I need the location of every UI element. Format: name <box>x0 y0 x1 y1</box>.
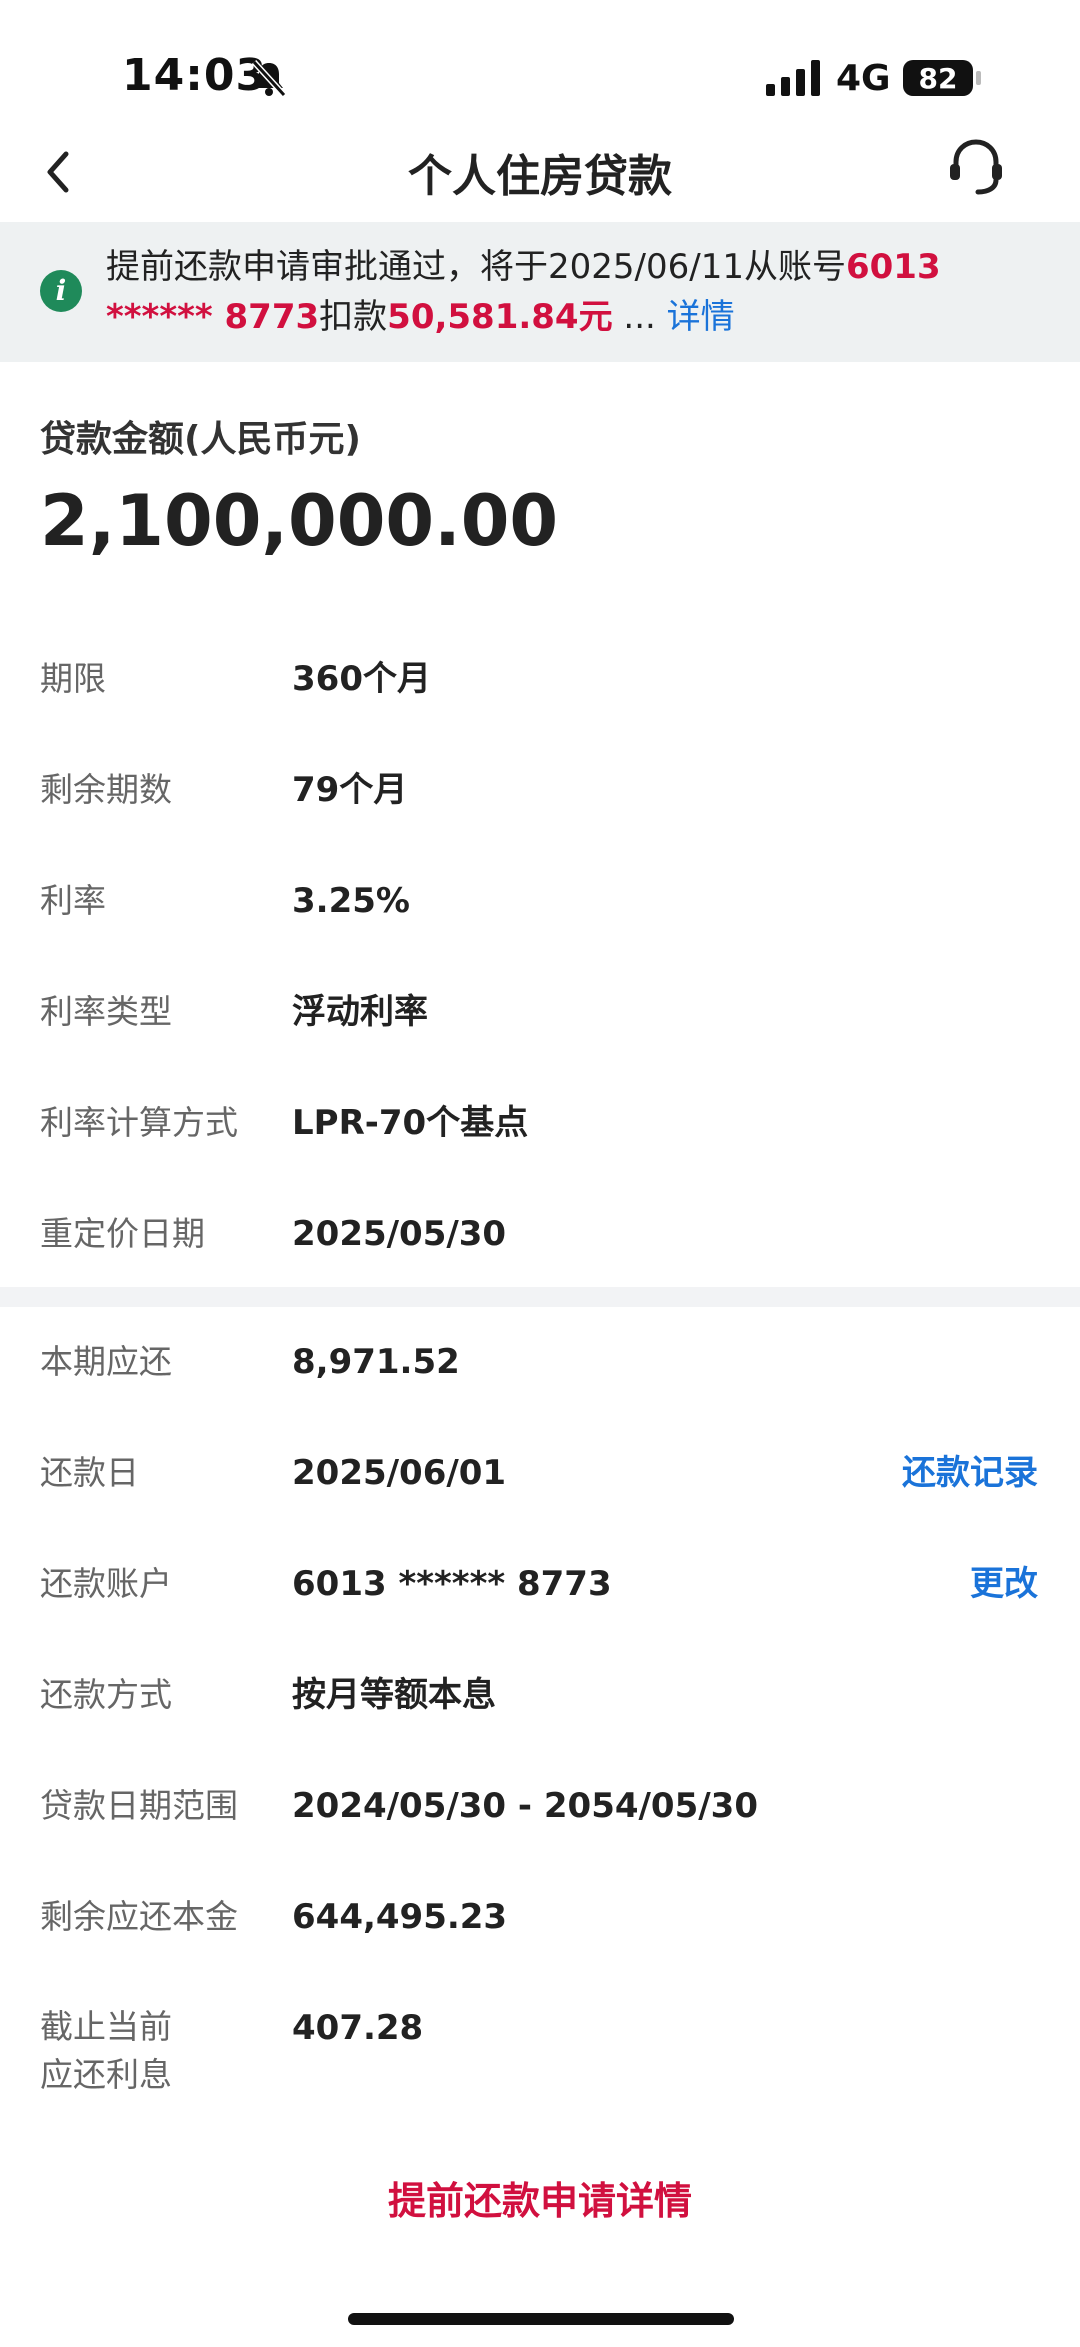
bell-muted-icon <box>251 59 287 98</box>
repay-row-account: 还款账户 6013 ****** 8773 更改 <box>0 1559 1080 1639</box>
detail-value: 360个月 <box>292 659 431 699</box>
repay-row-method: 还款方式 按月等额本息 <box>0 1670 1080 1750</box>
repay-row-remaining-principal: 剩余应还本金 644,495.23 <box>0 1892 1080 1972</box>
detail-label: 利率类型 <box>40 992 172 1031</box>
battery-level: 82 <box>918 62 958 95</box>
repay-value: 2025/06/01 <box>292 1453 507 1493</box>
detail-label: 利率计算方式 <box>40 1103 238 1142</box>
repay-label: 本期应还 <box>40 1342 172 1381</box>
network-type: 4G <box>836 58 891 99</box>
repay-label: 截止当前 应还利息 <box>40 2003 172 2099</box>
repay-value: 2024/05/30 - 2054/05/30 <box>292 1786 758 1826</box>
detail-value: 79个月 <box>292 770 408 810</box>
detail-row-term: 期限 360个月 <box>0 654 1080 734</box>
repayment-records-link[interactable]: 还款记录 <box>902 1448 1038 1498</box>
battery-icon: 82 <box>903 58 983 98</box>
notice-mid: 扣款 <box>319 297 388 337</box>
nav-bar: 个人住房贷款 <box>0 130 1080 222</box>
customer-service-icon[interactable] <box>944 134 1008 198</box>
repay-row-current-due: 本期应还 8,971.52 <box>0 1337 1080 1417</box>
status-time: 14:03 <box>122 50 268 101</box>
info-icon: i <box>40 270 82 312</box>
detail-value: 2025/05/30 <box>292 1214 507 1254</box>
detail-value: 3.25% <box>292 881 410 921</box>
notice-ellipsis: ... <box>612 297 667 337</box>
detail-label: 期限 <box>40 659 106 698</box>
repay-label: 贷款日期范围 <box>40 1786 238 1825</box>
repay-row-repayment-date: 还款日 2025/06/01 还款记录 <box>0 1448 1080 1528</box>
notice-amount: 50,581.84元 <box>387 297 613 337</box>
repay-row-date-range: 贷款日期范围 2024/05/30 - 2054/05/30 <box>0 1781 1080 1861</box>
repay-value: 6013 ****** 8773 <box>292 1564 612 1604</box>
signal-icon <box>766 60 820 96</box>
change-account-link[interactable]: 更改 <box>970 1559 1038 1609</box>
loan-amount-label: 贷款金额(人民币元) <box>40 419 361 460</box>
detail-value: 浮动利率 <box>292 992 428 1032</box>
repay-row-interest-due: 截止当前 应还利息 407.28 <box>0 2003 1080 2113</box>
detail-row-interest-rate: 利率 3.25% <box>0 876 1080 956</box>
notice-detail-link[interactable]: 详情 <box>667 297 735 337</box>
prepayment-detail-button[interactable]: 提前还款申请详情 <box>0 2170 1080 2225</box>
repay-label: 还款账户 <box>40 1564 172 1603</box>
section-divider <box>0 1287 1080 1307</box>
notice-prefix: 提前还款申请审批通过，将于2025/06/11从账号 <box>106 247 846 287</box>
loan-amount-value: 2,100,000.00 <box>40 480 559 562</box>
home-indicator[interactable] <box>348 2313 734 2325</box>
detail-value: LPR-70个基点 <box>292 1103 529 1143</box>
notice-banner[interactable]: i 提前还款申请审批通过，将于2025/06/11从账号6013 ****** … <box>0 222 1080 362</box>
repay-value: 按月等额本息 <box>292 1675 496 1715</box>
detail-row-repricing-date: 重定价日期 2025/05/30 <box>0 1209 1080 1289</box>
detail-row-remaining-periods: 剩余期数 79个月 <box>0 765 1080 845</box>
repay-value: 644,495.23 <box>292 1897 508 1937</box>
status-bar: 14:03 4G 82 <box>0 0 1080 130</box>
repay-label: 还款方式 <box>40 1675 172 1714</box>
page-title: 个人住房贷款 <box>408 151 672 202</box>
detail-label: 重定价日期 <box>40 1214 205 1253</box>
repay-label: 还款日 <box>40 1453 139 1492</box>
repay-label-line: 截止当前 <box>40 2007 172 2046</box>
repay-value: 8,971.52 <box>292 1342 460 1382</box>
detail-label: 利率 <box>40 881 106 920</box>
repay-value: 407.28 <box>292 2008 424 2048</box>
notice-text: 提前还款申请审批通过，将于2025/06/11从账号6013 ****** 87… <box>106 242 1036 342</box>
repay-label: 剩余应还本金 <box>40 1897 238 1936</box>
detail-row-rate-type: 利率类型 浮动利率 <box>0 987 1080 1067</box>
detail-row-rate-method: 利率计算方式 LPR-70个基点 <box>0 1098 1080 1178</box>
repay-label-line: 应还利息 <box>40 2055 172 2094</box>
detail-label: 剩余期数 <box>40 770 172 809</box>
